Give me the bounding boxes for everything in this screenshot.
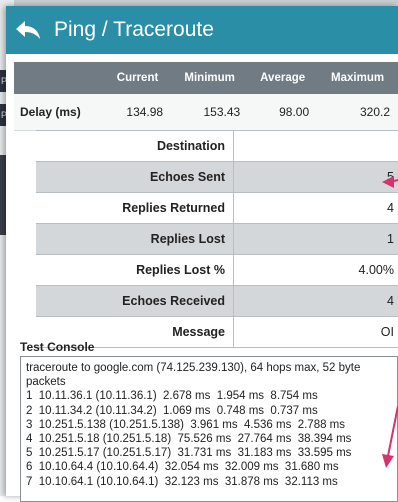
detail-label: Echoes Sent [36, 162, 234, 193]
console-line: 7 10.10.64.1 (10.10.64.1) 32.123 ms 31.8… [26, 475, 392, 489]
detail-row-echoes-sent: Echoes Sent 5 [36, 162, 398, 193]
console-line: 1 10.11.36.1 (10.11.36.1) 2.678 ms 1.954… [26, 389, 392, 403]
detail-label: Replies Lost % [36, 255, 234, 286]
console-line: 4 10.251.5.18 (10.251.5.18) 75.526 ms 27… [26, 432, 392, 446]
console-line: 6 10.10.64.4 (10.10.64.4) 32.054 ms 32.0… [26, 460, 392, 474]
detail-value [234, 131, 398, 162]
detail-row-echoes-received: Echoes Received 4 [36, 286, 398, 317]
stats-header-blank [14, 62, 104, 94]
delay-current: 134.98 [104, 94, 171, 131]
stats-header-maximum: Maximum [317, 62, 398, 94]
stats-header-average: Average [248, 62, 317, 94]
detail-label: Destination [36, 131, 234, 162]
delay-minimum: 153.43 [171, 94, 248, 131]
detail-row-replies-lost: Replies Lost 1 [36, 224, 398, 255]
console-line: 2 10.11.34.2 (10.11.34.2) 1.069 ms 0.748… [26, 404, 392, 418]
delay-maximum: 320.2 [317, 94, 398, 131]
console-line: 5 10.251.5.17 (10.251.5.17) 31.731 ms 31… [26, 446, 392, 460]
console-line: traceroute to google.com (74.125.239.130… [26, 361, 392, 389]
detail-value: 4.00% [234, 255, 398, 286]
title-bar: Ping / Traceroute [6, 6, 398, 54]
console-line: 3 10.251.5.138 (10.251.5.138) 3.961 ms 4… [26, 418, 392, 432]
detail-row-destination: Destination [36, 131, 398, 162]
ping-results-table: Destination Echoes Sent 5 Replies Return… [36, 130, 398, 348]
detail-row-replies-returned: Replies Returned 4 [36, 193, 398, 224]
detail-label: Replies Lost [36, 224, 234, 255]
delay-average: 98.00 [248, 94, 317, 131]
delay-stats-table: Current Minimum Average Maximum Delay (m… [14, 62, 398, 131]
stats-header-current: Current [104, 62, 171, 94]
detail-value: 4 [234, 193, 398, 224]
test-console-title: Test Console [20, 340, 94, 354]
stats-row-delay: Delay (ms) 134.98 153.43 98.00 320.2 [14, 94, 398, 131]
page-title: Ping / Traceroute [54, 18, 214, 42]
detail-label: Replies Returned [36, 193, 234, 224]
detail-label: Echoes Received [36, 286, 234, 317]
back-button[interactable] [6, 6, 50, 54]
stats-row-label: Delay (ms) [14, 94, 104, 131]
detail-row-replies-lost-percent: Replies Lost % 4.00% [36, 255, 398, 286]
detail-value: 4 [234, 286, 398, 317]
test-console-output[interactable]: traceroute to google.com (74.125.239.130… [20, 356, 398, 502]
detail-value: 1 [234, 224, 398, 255]
ping-traceroute-window: Ping / Traceroute Current Minimum Averag… [6, 6, 398, 496]
detail-value: OI [234, 317, 398, 348]
detail-value: 5 [234, 162, 398, 193]
stats-header-row: Current Minimum Average Maximum [14, 62, 398, 94]
back-arrow-icon [15, 19, 41, 41]
stats-header-minimum: Minimum [171, 62, 248, 94]
